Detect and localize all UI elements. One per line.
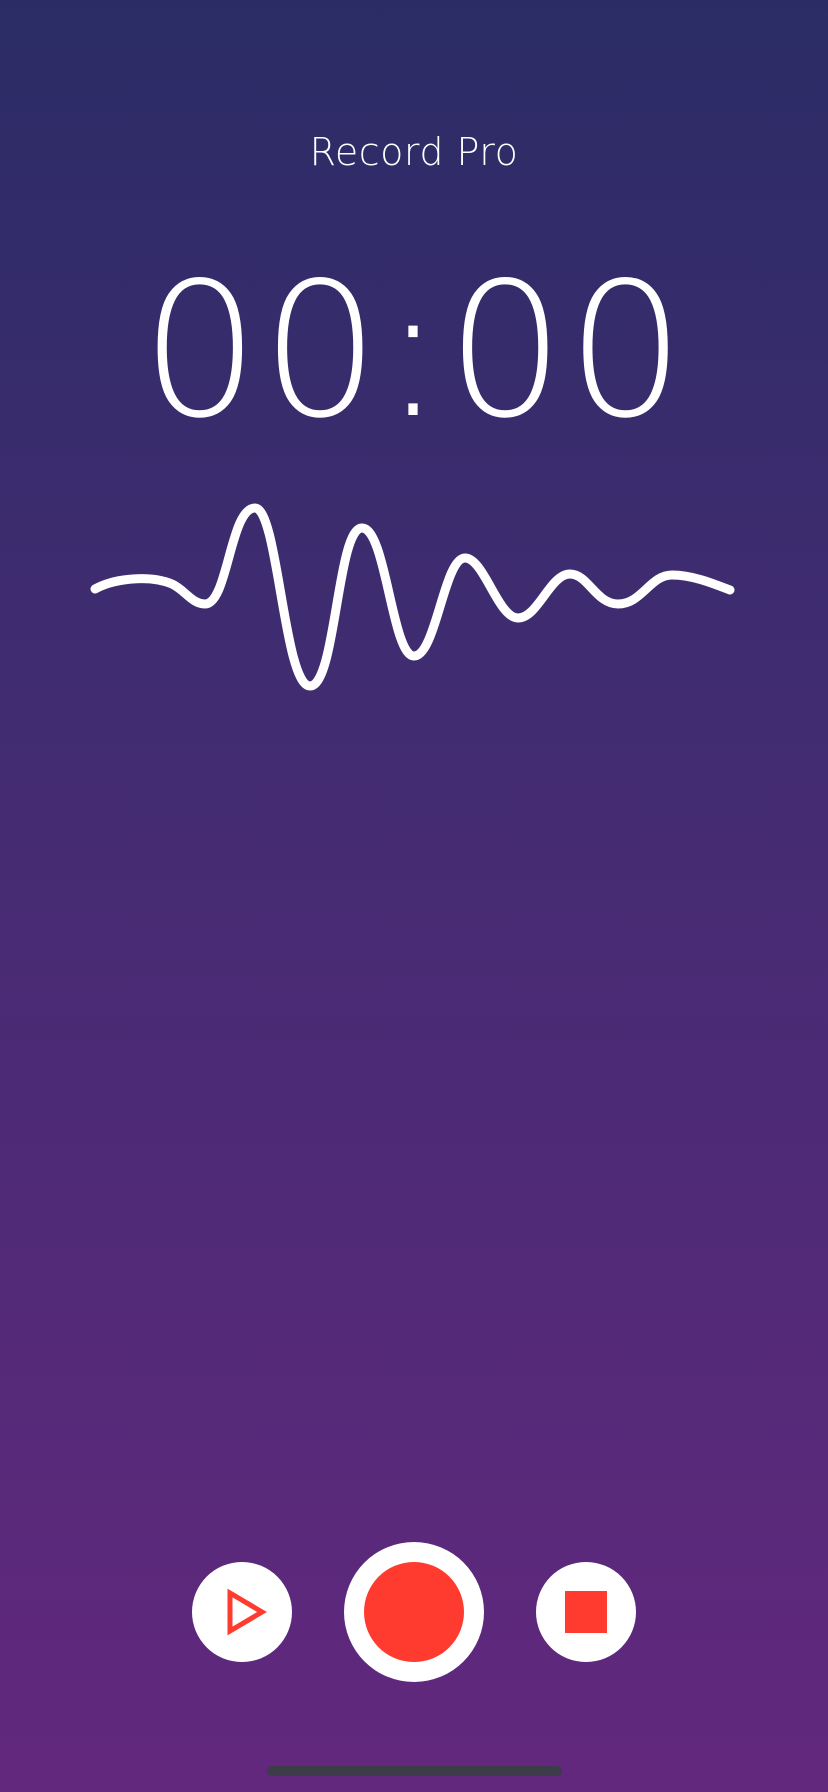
- home-indicator[interactable]: [267, 1766, 562, 1776]
- stop-icon: [565, 1591, 607, 1633]
- play-button[interactable]: [192, 1562, 292, 1662]
- waveform-graphic: [90, 503, 735, 691]
- stop-button[interactable]: [536, 1562, 636, 1662]
- record-button[interactable]: [344, 1542, 484, 1682]
- record-icon: [364, 1562, 464, 1662]
- playback-controls: [0, 1540, 828, 1685]
- app-title: Record Pro: [309, 130, 519, 174]
- play-icon: [227, 1588, 267, 1636]
- recorder-screen: Record Pro 00:00: [0, 0, 828, 1792]
- elapsed-timer: 00:00: [140, 242, 688, 459]
- waveform-line: [90, 503, 735, 691]
